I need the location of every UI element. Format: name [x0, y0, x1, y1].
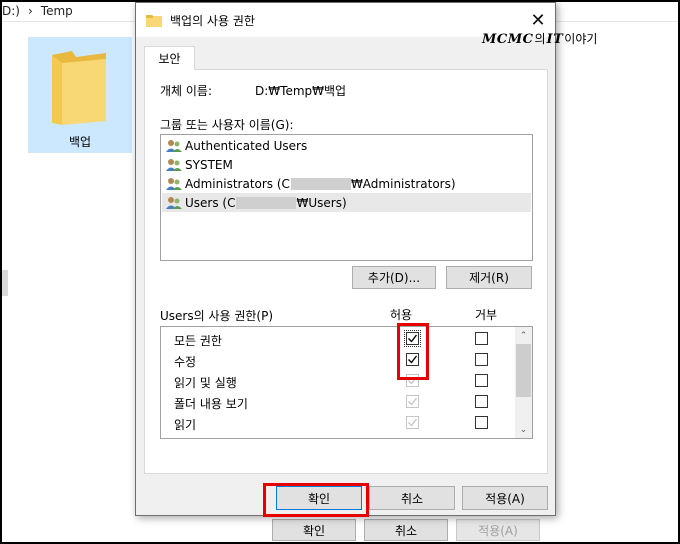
apply-button[interactable]: 적용(A)	[462, 486, 548, 510]
explorer-nav-scrollbar[interactable]	[0, 270, 8, 296]
user-group-icon	[166, 158, 182, 171]
group-name: Administrators (C	[185, 176, 290, 191]
permissions-label: Users의 사용 권한(P)	[160, 309, 274, 323]
cancel-button[interactable]: 취소	[369, 486, 455, 510]
path-drive: D:)	[2, 4, 20, 18]
permission-row-list-folder: 폴더 내용 보기	[161, 392, 516, 412]
scroll-down-icon[interactable]: ⌄	[515, 421, 532, 438]
permission-name: 수정	[174, 355, 197, 369]
ok-button[interactable]: 확인	[276, 486, 362, 510]
background-dialog-buttons: 확인 취소 적용(A)	[272, 519, 540, 541]
permission-row-full-control: 모든 권한	[161, 329, 516, 349]
folder-item-backup[interactable]: 백업	[28, 37, 132, 153]
redaction-block	[236, 196, 297, 209]
deny-checkbox[interactable]	[475, 332, 488, 345]
list-item-system[interactable]: SYSTEM	[162, 155, 531, 174]
deny-checkbox[interactable]	[475, 395, 488, 408]
permission-name: 읽기	[174, 418, 197, 432]
permissions-list[interactable]: 모든 권한 수정 읽기 및 실행 폴더 내용 보기 읽기 ⌃ ⌄	[160, 326, 533, 439]
folder-icon	[52, 51, 106, 125]
path-separator-icon: ›	[27, 4, 33, 18]
list-item-users[interactable]: Users (C ₩Users)	[162, 193, 531, 212]
security-tab-panel: 개체 이름: D:₩Temp₩백업 그룹 또는 사용자 이름(G): Authe…	[144, 69, 548, 474]
bg-apply-button[interactable]: 적용(A)	[456, 519, 540, 541]
list-item-authenticated-users[interactable]: Authenticated Users	[162, 136, 531, 155]
group-name-suffix: ₩Users)	[296, 195, 347, 210]
scroll-thumb[interactable]	[516, 344, 531, 397]
redaction-block	[290, 177, 351, 190]
folder-label: 백업	[68, 135, 92, 149]
group-name: Users (C	[185, 195, 236, 210]
allow-column-header: 허용	[390, 308, 413, 322]
scroll-up-icon[interactable]: ⌃	[515, 327, 532, 344]
dialog-title: 백업의 사용 권한	[170, 14, 255, 28]
deny-column-header: 거부	[475, 308, 498, 322]
group-name-suffix: ₩Administrators)	[350, 176, 456, 191]
list-item-administrators[interactable]: Administrators (C ₩Administrators)	[162, 174, 531, 193]
permission-name: 읽기 및 실행	[174, 376, 237, 390]
watermark-it: IT	[546, 32, 564, 47]
dialog-body: 보안 개체 이름: D:₩Temp₩백업 그룹 또는 사용자 이름(G): Au…	[136, 37, 555, 515]
watermark-tail: 이야기	[564, 32, 598, 46]
folder-icon	[146, 15, 162, 27]
allow-checkbox[interactable]	[406, 353, 419, 366]
add-button[interactable]: 추가(D)...	[352, 266, 436, 289]
permission-name: 모든 권한	[174, 334, 222, 348]
permissions-scrollbar[interactable]: ⌃ ⌄	[515, 327, 532, 438]
path-folder: Temp	[40, 4, 73, 18]
permission-row-read: 읽기	[161, 413, 516, 433]
group-name: SYSTEM	[185, 157, 233, 172]
permissions-dialog: 백업의 사용 권한 ✕ 보안 개체 이름: D:₩Temp₩백업 그룹 또는 사…	[135, 2, 556, 516]
bg-ok-button[interactable]: 확인	[272, 519, 356, 541]
allow-checkbox[interactable]	[406, 416, 419, 429]
permission-row-read-execute: 읽기 및 실행	[161, 371, 516, 391]
watermark-logo: MCMC 의 IT 이야기	[482, 30, 597, 47]
object-name-value: D:₩Temp₩백업	[255, 84, 347, 98]
allow-checkbox[interactable]	[404, 330, 421, 347]
object-name-label: 개체 이름:	[160, 84, 213, 98]
group-list-label: 그룹 또는 사용자 이름(G):	[160, 118, 294, 132]
allow-checkbox[interactable]	[406, 395, 419, 408]
watermark-mid: 의	[534, 32, 546, 46]
deny-checkbox[interactable]	[475, 374, 488, 387]
allow-checkbox[interactable]	[406, 374, 419, 387]
group-name: Authenticated Users	[185, 138, 308, 153]
bg-cancel-button[interactable]: 취소	[364, 519, 448, 541]
permission-name: 폴더 내용 보기	[174, 397, 248, 411]
tab-security[interactable]: 보안	[144, 46, 195, 70]
deny-checkbox[interactable]	[475, 416, 488, 429]
watermark-brand: MCMC	[482, 32, 534, 47]
user-group-icon	[166, 139, 182, 152]
user-group-icon	[166, 196, 182, 209]
user-group-icon	[166, 177, 182, 190]
permission-row-modify: 수정	[161, 350, 516, 370]
explorer-address-path[interactable]: D:) › Temp	[2, 1, 73, 21]
group-user-list[interactable]: Authenticated Users SYSTEM Administrator…	[160, 134, 533, 261]
remove-button[interactable]: 제거(R)	[446, 266, 532, 289]
deny-checkbox[interactable]	[475, 353, 488, 366]
